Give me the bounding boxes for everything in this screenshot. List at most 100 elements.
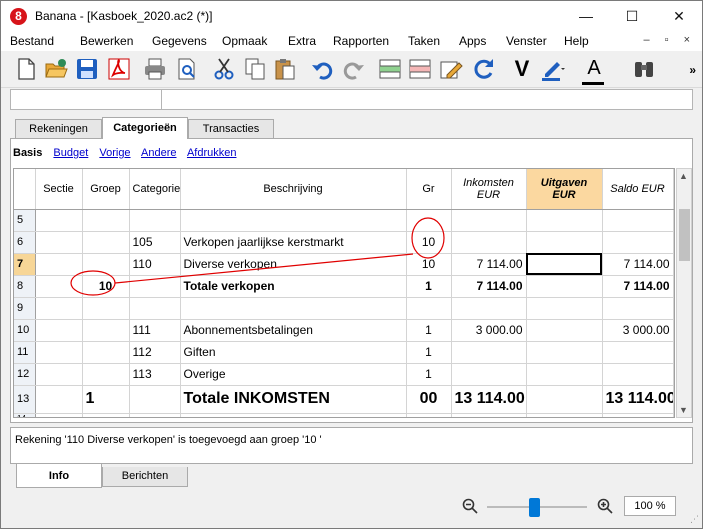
minimize-button[interactable]: —: [563, 1, 609, 31]
cell-groep[interactable]: [82, 231, 130, 254]
cell-gr[interactable]: 1: [406, 363, 452, 386]
cell-inkomsten[interactable]: 3 000.00: [451, 319, 527, 342]
cut-icon[interactable]: [211, 56, 237, 82]
cell-groep[interactable]: [82, 363, 130, 386]
cell-gr[interactable]: 10: [406, 231, 452, 254]
cell-uitgaven[interactable]: [526, 297, 603, 320]
cell-beschrijving[interactable]: Verkopen jaarlijkse kerstmarkt: [180, 231, 407, 254]
cell-beschrijving[interactable]: [180, 209, 407, 232]
menu-gegevens[interactable]: Gegevens: [152, 34, 207, 48]
cell-sectie[interactable]: [35, 319, 83, 342]
view-andere[interactable]: Andere: [141, 147, 176, 159]
save-icon[interactable]: [74, 56, 100, 82]
cell-sectie[interactable]: [35, 413, 83, 417]
menu-rapporten[interactable]: Rapporten: [333, 34, 389, 48]
view-afdrukken[interactable]: Afdrukken: [187, 147, 237, 159]
column-header-groep[interactable]: Groep: [82, 169, 130, 210]
highlighter-icon[interactable]: [539, 56, 565, 82]
open-folder-icon[interactable]: [43, 56, 69, 82]
zoom-slider-handle[interactable]: [528, 498, 540, 517]
print-preview-icon[interactable]: [174, 56, 200, 82]
table-row[interactable]: 5: [14, 209, 674, 232]
table-row[interactable]: 12 113 Overige 1: [14, 363, 674, 386]
cell-saldo[interactable]: 13 114.00: [602, 385, 674, 414]
cell-categorie[interactable]: [129, 275, 181, 298]
table-row[interactable]: 9: [14, 297, 674, 320]
tab-transacties[interactable]: Transacties: [188, 119, 274, 138]
menu-bestand[interactable]: Bestand: [10, 34, 54, 48]
column-header-saldo[interactable]: Saldo EUR: [602, 169, 674, 210]
cell-gr[interactable]: 1: [406, 319, 452, 342]
cell-saldo[interactable]: [602, 231, 674, 254]
cell-gr[interactable]: [406, 209, 452, 232]
menu-extra[interactable]: Extra: [288, 34, 316, 48]
cell-inkomsten[interactable]: 13 114.00: [451, 385, 527, 414]
cell-groep[interactable]: 10: [82, 275, 130, 298]
cell-beschrijving[interactable]: [180, 413, 407, 417]
cell-groep[interactable]: [82, 319, 130, 342]
menu-opmaak[interactable]: Opmaak: [222, 34, 267, 48]
menu-taken[interactable]: Taken: [408, 34, 440, 48]
new-file-icon[interactable]: [13, 56, 39, 82]
cell-uitgaven-active[interactable]: [526, 253, 603, 276]
cell-saldo[interactable]: 3 000.00: [602, 319, 674, 342]
cell-categorie[interactable]: [129, 385, 181, 414]
table-row-selected[interactable]: 7 110 Diverse verkopen 10 7 114.00 7 114…: [14, 253, 674, 276]
menu-venster[interactable]: Venster: [506, 34, 547, 48]
cell-saldo[interactable]: [602, 341, 674, 364]
cell-sectie[interactable]: [35, 209, 83, 232]
row-number[interactable]: 11: [14, 341, 36, 364]
cell-saldo[interactable]: [602, 209, 674, 232]
menu-help[interactable]: Help: [564, 34, 589, 48]
cell-sectie[interactable]: [35, 275, 83, 298]
row-number[interactable]: 13: [14, 385, 36, 414]
cell-inkomsten[interactable]: [451, 231, 527, 254]
cell-gr[interactable]: 00: [406, 385, 452, 414]
cell-groep[interactable]: [82, 413, 130, 417]
cell-uitgaven[interactable]: [526, 385, 603, 414]
tab-categorieen[interactable]: Categorieën: [102, 117, 188, 139]
cell-sectie[interactable]: [35, 363, 83, 386]
cell-edit-bar[interactable]: [10, 89, 693, 110]
mdi-window-controls[interactable]: – ▫ ×: [643, 34, 696, 46]
table-row[interactable]: 11 112 Giften 1: [14, 341, 674, 364]
cell-groep[interactable]: [82, 297, 130, 320]
cell-inkomsten[interactable]: 7 114.00: [451, 275, 527, 298]
row-number[interactable]: 7: [14, 253, 36, 276]
cell-beschrijving[interactable]: [180, 297, 407, 320]
toolbar-overflow-button[interactable]: »: [689, 63, 696, 77]
cell-inkomsten[interactable]: [451, 413, 527, 417]
cell-sectie[interactable]: [35, 231, 83, 254]
categories-table[interactable]: Sectie Groep Categorie Beschrijving Gr I…: [13, 168, 675, 418]
row-number[interactable]: 14: [14, 413, 36, 417]
column-header-uitgaven[interactable]: Uitgaven EUR: [526, 169, 603, 210]
cell-groep[interactable]: [82, 253, 130, 276]
zoom-out-icon[interactable]: [462, 498, 478, 514]
row-number[interactable]: 10: [14, 319, 36, 342]
cell-sectie[interactable]: [35, 253, 83, 276]
row-number[interactable]: 6: [14, 231, 36, 254]
table-row[interactable]: 10 111 Abonnementsbetalingen 1 3 000.00 …: [14, 319, 674, 342]
cell-groep[interactable]: [82, 209, 130, 232]
column-header-gr[interactable]: Gr: [406, 169, 452, 210]
cell-sectie[interactable]: [35, 385, 83, 414]
column-header-beschrijving[interactable]: Beschrijving: [180, 169, 407, 210]
zoom-in-icon[interactable]: [597, 498, 613, 514]
tab-info[interactable]: Info: [16, 464, 102, 488]
cell-beschrijving[interactable]: Totale verkopen: [180, 275, 407, 298]
cell-beschrijving[interactable]: Diverse verkopen: [180, 253, 407, 276]
redo-icon[interactable]: [340, 56, 366, 82]
menu-bewerken[interactable]: Bewerken: [80, 34, 133, 48]
cell-gr[interactable]: [406, 413, 452, 417]
scroll-down-icon[interactable]: ▼: [679, 405, 688, 415]
column-header-sectie[interactable]: Sectie: [35, 169, 83, 210]
close-button[interactable]: ✕: [656, 1, 702, 31]
cell-uitgaven[interactable]: [526, 363, 603, 386]
cell-categorie[interactable]: 113: [129, 363, 181, 386]
maximize-button[interactable]: ☐: [609, 1, 655, 31]
row-number[interactable]: 12: [14, 363, 36, 386]
cell-sectie[interactable]: [35, 341, 83, 364]
cell-categorie[interactable]: [129, 413, 181, 417]
cell-saldo[interactable]: [602, 297, 674, 320]
delete-row-icon[interactable]: [407, 56, 433, 82]
